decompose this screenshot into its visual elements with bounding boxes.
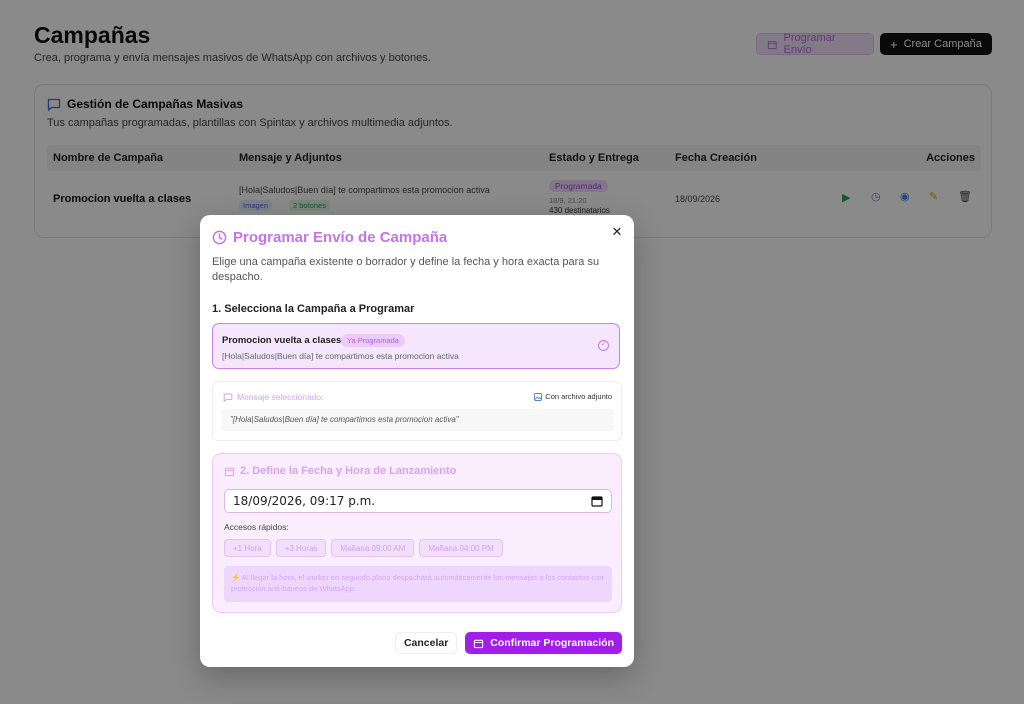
cancel-button[interactable]: Cancelar: [394, 632, 458, 654]
confirm-label: Confirmar Programación: [490, 637, 614, 649]
confirm-schedule-button[interactable]: Confirmar Programación: [465, 632, 622, 654]
check-circle-icon: ✓: [598, 340, 609, 351]
calendar-icon: [224, 467, 235, 476]
step1-label: 1. Selecciona la Campaña a Programar: [212, 303, 415, 315]
step2-label: 2. Define la Fecha y Hora de Lanzamiento: [224, 465, 456, 477]
quick-plus-1h[interactable]: +1 Hora: [224, 539, 271, 557]
step2-label-text: 2. Define la Fecha y Hora de Lanzamiento: [240, 465, 457, 477]
modal-title-text: Programar Envío de Campaña: [233, 229, 448, 246]
datetime-value: 18/09/2026, 09:17 p.m.: [233, 494, 376, 508]
campaign-option-name: Promocion vuelta a clases: [222, 335, 342, 346]
quick-access-label: Accesos rápidos:: [224, 522, 289, 532]
quick-tomorrow-9am[interactable]: Mañana 09:00 AM: [331, 539, 415, 557]
quick-access-options: +1 Hora +3 Horas Mañana 09:00 AM Mañana …: [224, 539, 503, 557]
attachment-indicator: Con archivo adjunto: [534, 392, 612, 401]
selected-message-box: Mensaje seleccionado: Con archivo adjunt…: [212, 381, 622, 441]
calendar-icon: [474, 639, 484, 648]
modal-description: Elige una campaña existente o borrador y…: [212, 256, 600, 283]
calendar-picker-icon[interactable]: [591, 495, 603, 507]
selected-message-label-text: Mensaje seleccionado:: [237, 392, 324, 402]
quick-tomorrow-4pm[interactable]: Mañana 04:00 PM: [419, 539, 503, 557]
worker-note: ⚡ Al llegar la hora, el worker en segund…: [224, 566, 612, 602]
attachment-text: Con archivo adjunto: [545, 392, 612, 401]
datetime-input[interactable]: 18/09/2026, 09:17 p.m.: [224, 489, 612, 513]
campaign-option-message: [Hola|Saludos|Buen día] te compartimos e…: [222, 351, 459, 361]
clock-icon: [212, 230, 227, 245]
close-icon[interactable]: ✕: [610, 225, 624, 239]
selected-message-text: "[Hola|Saludos|Buen día] te compartimos …: [222, 409, 614, 431]
message-icon: [223, 393, 233, 402]
modal-actions: Cancelar Confirmar Programación: [394, 632, 622, 654]
modal-title: Programar Envío de Campaña: [212, 229, 447, 246]
campaign-option[interactable]: Promocion vuelta a clases Ya Programada …: [212, 323, 620, 369]
schedule-modal: ✕ Programar Envío de Campaña Elige una c…: [200, 215, 634, 667]
schedule-section: 2. Define la Fecha y Hora de Lanzamiento…: [212, 453, 622, 613]
quick-plus-3h[interactable]: +3 Horas: [275, 539, 327, 557]
campaign-option-badge: Ya Programada: [341, 334, 405, 347]
selected-message-label: Mensaje seleccionado:: [223, 392, 323, 402]
image-icon: [534, 392, 543, 401]
